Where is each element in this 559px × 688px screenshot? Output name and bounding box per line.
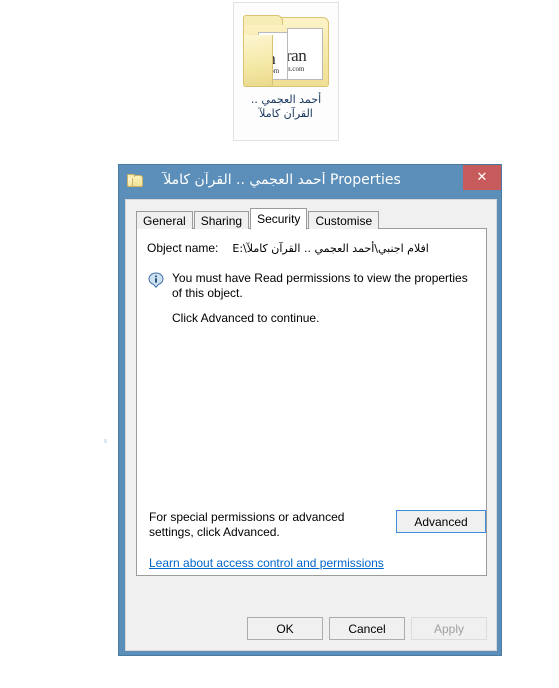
folder-icon: ran uran.com ran an.com (243, 15, 329, 87)
screen-artifact (104, 439, 107, 443)
desktop-icon-label-line2: القرآن كاملآ (259, 107, 313, 120)
desktop-icon-label: أحمد العجمي .. القرآن كاملآ (234, 93, 338, 121)
dialog-body: General Sharing Security Customise Objec… (125, 199, 497, 651)
tab-security[interactable]: Security (250, 208, 308, 230)
folder-tab (243, 15, 283, 25)
dialog-titlebar[interactable]: أحمد العجمي .. القرآن كاملآ Properties ✕ (119, 165, 501, 199)
object-name-label: Object name: (147, 241, 219, 255)
advanced-hint-line2: click Advanced. (197, 525, 280, 539)
info-icon (148, 272, 164, 288)
tab-customise[interactable]: Customise (308, 211, 380, 229)
desktop-icon-folder[interactable]: ran uran.com ran an.com أحمد العجمي .. ا… (233, 2, 339, 141)
apply-button: Apply (411, 617, 487, 640)
folder-front (243, 35, 273, 87)
cancel-button[interactable]: Cancel (329, 617, 405, 640)
thumbnail-2-top-text: ran (287, 46, 307, 65)
security-tab-panel: Object name: E:\افلام اجنبي\أحمد العجمي .… (136, 228, 487, 576)
dialog-footer-buttons: OK Cancel Apply (126, 617, 487, 640)
tab-general[interactable]: General (136, 211, 193, 229)
learn-about-access-control-link[interactable]: Learn about access control and permissio… (149, 556, 384, 570)
tab-strip: General Sharing Security Customise (136, 208, 380, 230)
folder-thumbnail-2: ran an.com (287, 28, 323, 80)
dialog-title: أحمد العجمي .. القرآن كاملآ Properties (163, 172, 401, 188)
ok-button[interactable]: OK (247, 617, 323, 640)
properties-dialog: أحمد العجمي .. القرآن كاملآ Properties ✕… (118, 164, 502, 656)
click-advanced-text: Click Advanced to continue. (172, 311, 320, 325)
tab-sharing[interactable]: Sharing (193, 211, 250, 229)
close-icon[interactable]: ✕ (463, 165, 501, 190)
object-name-row: Object name: E:\افلام اجنبي\أحمد العجمي .… (147, 241, 429, 255)
info-message-text: You must have Read permissions to view t… (172, 271, 468, 300)
advanced-hint-text: For special permissions or advanced sett… (149, 510, 359, 540)
object-name-value: E:\افلام اجنبي\أحمد العجمي .. القرآن كام… (232, 242, 429, 255)
desktop-icon-label-line1: أحمد العجمي .. (250, 93, 322, 106)
info-message-row: You must have Read permissions to view t… (148, 271, 478, 301)
thumbnail-2-bottom-text: an.com (287, 65, 305, 73)
advanced-button[interactable]: Advanced (396, 510, 486, 533)
